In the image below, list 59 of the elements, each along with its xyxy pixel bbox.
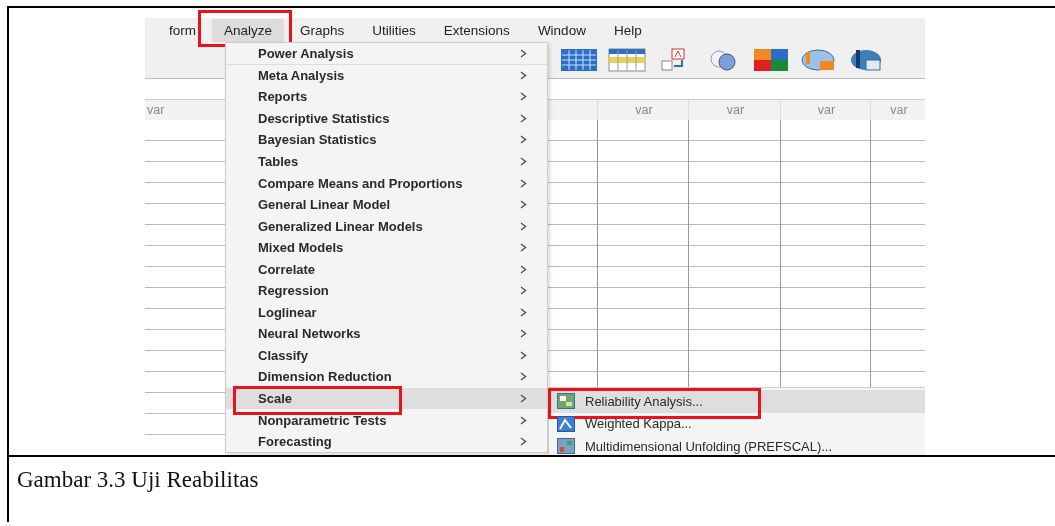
chevron-icon xyxy=(520,70,527,80)
menu-item[interactable]: Tables xyxy=(226,150,547,173)
menu-item[interactable]: Neural Networks xyxy=(226,323,547,345)
menu-item[interactable]: Classify xyxy=(226,344,547,367)
column-header: var xyxy=(635,103,653,117)
menu-item[interactable]: Loglinear xyxy=(226,301,547,324)
chevron-icon xyxy=(520,178,527,188)
color-grid-icon[interactable] xyxy=(752,48,790,72)
chevron-icon xyxy=(520,394,527,403)
menu-item[interactable]: Extensions xyxy=(431,18,522,42)
menu-item[interactable]: Descriptive Statistics xyxy=(226,107,547,130)
menu-item[interactable]: Graphs xyxy=(288,18,357,42)
column-header: var xyxy=(817,103,836,117)
graph-icon xyxy=(557,415,575,432)
column-header: var xyxy=(147,103,165,117)
chevron-icon xyxy=(520,113,527,123)
chevron-icon xyxy=(520,135,527,145)
menu-item[interactable]: Dimension Reduction xyxy=(226,366,547,388)
menu-item[interactable]: Reliability Analysis... xyxy=(549,390,925,413)
chevron-icon xyxy=(520,415,527,425)
menu-item[interactable]: Compare Means and Proportions xyxy=(226,172,547,194)
chevron-icon xyxy=(520,157,527,166)
chevron-icon xyxy=(520,437,527,447)
chevron-icon xyxy=(520,372,527,382)
menu-item[interactable]: Meta Analysis xyxy=(226,64,547,87)
menu-item[interactable]: Correlate xyxy=(226,258,547,280)
chevron-icon xyxy=(520,264,527,274)
menu-item[interactable]: Bayesian Statistics xyxy=(226,129,547,151)
menu-item[interactable]: Weighted Kappa... xyxy=(549,412,925,435)
chevron-icon xyxy=(520,307,527,317)
chevron-icon xyxy=(520,221,527,231)
menu-item[interactable]: Regression xyxy=(226,280,547,302)
chevron-icon xyxy=(520,329,527,339)
menu-item[interactable]: Power Analysis xyxy=(226,43,547,65)
menu-item[interactable]: General Linear Model xyxy=(226,193,547,216)
menu-item[interactable]: Multidimensional Unfolding (PREFSCAL)... xyxy=(549,435,925,455)
menu-item[interactable]: form xyxy=(157,18,208,42)
chevron-icon xyxy=(520,48,527,58)
menu-item[interactable]: Help xyxy=(601,18,654,42)
column-header: var xyxy=(890,103,908,117)
chart-icon xyxy=(557,438,575,455)
menu-item[interactable]: Generalized Linear Models xyxy=(226,215,547,237)
column-header: var xyxy=(726,103,745,117)
chevron-icon xyxy=(520,286,527,296)
chevron-icon xyxy=(520,243,527,253)
chevron-icon xyxy=(520,200,527,210)
menu-item[interactable]: Mixed Models xyxy=(226,236,547,259)
table-icon[interactable] xyxy=(608,48,646,72)
chart-icon xyxy=(557,393,575,410)
menu-item[interactable]: Scale xyxy=(226,387,547,410)
menu-item[interactable]: Forecasting xyxy=(226,430,547,453)
menu-item[interactable]: Nonparametric Tests xyxy=(226,409,547,431)
figure-caption: Gambar 3.3 Uji Reabilitas xyxy=(17,467,259,493)
menu-item[interactable]: Reports xyxy=(226,86,547,108)
menu-item[interactable]: Utilities xyxy=(360,18,428,42)
chevron-icon xyxy=(520,350,527,360)
menu-item[interactable]: Analyze xyxy=(212,18,285,42)
menu-item[interactable]: Window xyxy=(525,18,598,42)
chevron-icon xyxy=(520,92,527,102)
